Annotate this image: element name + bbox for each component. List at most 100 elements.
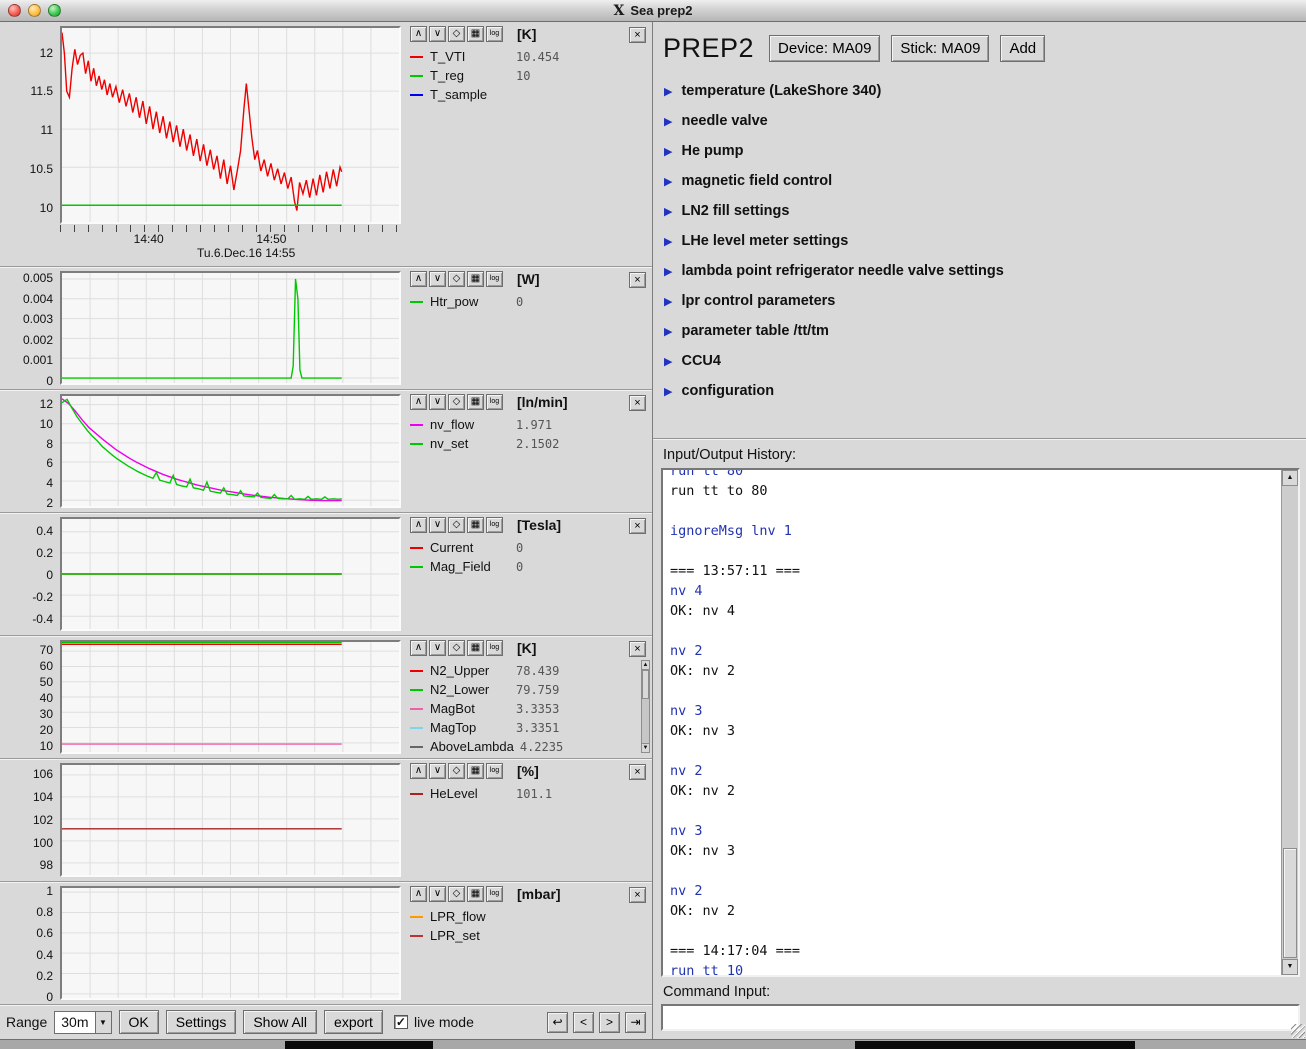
- tree-item-8[interactable]: ▶parameter table /tt/tm: [664, 316, 1306, 346]
- zoom-mode-button[interactable]: ▦: [467, 394, 484, 410]
- scrollbar-track[interactable]: [642, 670, 649, 743]
- scroll-down-icon[interactable]: ▼: [642, 743, 649, 752]
- scale-down-button[interactable]: ∨: [429, 640, 446, 656]
- close-chart-button[interactable]: ×: [629, 887, 646, 903]
- autoscale-button[interactable]: ◇: [448, 271, 465, 287]
- legend-series-row[interactable]: LPR_flow: [410, 907, 648, 926]
- export-button[interactable]: export: [324, 1010, 383, 1034]
- log-scale-button[interactable]: log: [486, 26, 503, 42]
- scale-down-button[interactable]: ∨: [429, 517, 446, 533]
- stick-button[interactable]: Stick: MA09: [891, 35, 989, 62]
- legend-series-row[interactable]: T_reg10: [410, 66, 648, 85]
- zoom-mode-button[interactable]: ▦: [467, 26, 484, 42]
- io-history-box[interactable]: run tt 80run tt to 80 ignoreMsg lnv 1 ==…: [661, 468, 1300, 977]
- log-scale-button[interactable]: log: [486, 886, 503, 902]
- plot-area[interactable]: [60, 640, 401, 754]
- zoom-mode-button[interactable]: ▦: [467, 640, 484, 656]
- tree-item-6[interactable]: ▶lambda point refrigerator needle valve …: [664, 256, 1306, 286]
- tree-item-0[interactable]: ▶temperature (LakeShore 340): [664, 76, 1306, 106]
- scroll-up-icon[interactable]: ▲: [1282, 470, 1298, 486]
- scale-down-button[interactable]: ∨: [429, 271, 446, 287]
- zoom-mode-button[interactable]: ▦: [467, 271, 484, 287]
- legend-series-row[interactable]: T_VTI10.454: [410, 47, 648, 66]
- zoom-mode-button[interactable]: ▦: [467, 763, 484, 779]
- scale-up-button[interactable]: ∧: [410, 271, 427, 287]
- plot-area[interactable]: [60, 26, 401, 224]
- close-chart-button[interactable]: ×: [629, 518, 646, 534]
- legend-series-row[interactable]: MagTop3.3351: [410, 718, 648, 737]
- tree-item-4[interactable]: ▶LN2 fill settings: [664, 196, 1306, 226]
- range-select[interactable]: 30m ▼: [54, 1011, 111, 1034]
- legend-series-row[interactable]: N2_Lower79.759: [410, 680, 648, 699]
- device-button[interactable]: Device: MA09: [769, 35, 880, 62]
- autoscale-button[interactable]: ◇: [448, 517, 465, 533]
- scroll-up-icon[interactable]: ▲: [642, 661, 649, 670]
- scale-up-button[interactable]: ∧: [410, 886, 427, 902]
- page-right-button[interactable]: >: [599, 1012, 620, 1033]
- close-chart-button[interactable]: ×: [629, 641, 646, 657]
- scale-up-button[interactable]: ∧: [410, 394, 427, 410]
- zoom-window-button[interactable]: [48, 4, 61, 17]
- legend-series-row[interactable]: HeLevel101.1: [410, 784, 648, 803]
- zoom-mode-button[interactable]: ▦: [467, 517, 484, 533]
- legend-series-row[interactable]: MagBot3.3353: [410, 699, 648, 718]
- plot-area[interactable]: [60, 763, 401, 877]
- live-mode-checkbox[interactable]: ✓: [394, 1015, 408, 1029]
- minimize-window-button[interactable]: [28, 4, 41, 17]
- zoom-mode-button[interactable]: ▦: [467, 886, 484, 902]
- scale-up-button[interactable]: ∧: [410, 763, 427, 779]
- scale-up-button[interactable]: ∧: [410, 26, 427, 42]
- scale-down-button[interactable]: ∨: [429, 763, 446, 779]
- command-input[interactable]: [661, 1004, 1300, 1031]
- io-history-content[interactable]: run tt 80run tt to 80 ignoreMsg lnv 1 ==…: [663, 470, 1281, 975]
- tree-item-1[interactable]: ▶needle valve: [664, 106, 1306, 136]
- autoscale-button[interactable]: ◇: [448, 886, 465, 902]
- tree-item-7[interactable]: ▶lpr control parameters: [664, 286, 1306, 316]
- legend-series-row[interactable]: Current0: [410, 538, 648, 557]
- scale-up-button[interactable]: ∧: [410, 640, 427, 656]
- tree-item-2[interactable]: ▶He pump: [664, 136, 1306, 166]
- close-chart-button[interactable]: ×: [629, 27, 646, 43]
- legend-scrollbar[interactable]: ▲▼: [641, 660, 650, 753]
- add-button[interactable]: Add: [1000, 35, 1045, 62]
- settings-button[interactable]: Settings: [166, 1010, 237, 1034]
- log-scale-button[interactable]: log: [486, 271, 503, 287]
- legend-series-row[interactable]: AboveLambda4.2235: [410, 737, 648, 756]
- legend-series-row[interactable]: LPR_set: [410, 926, 648, 945]
- scroll-down-icon[interactable]: ▼: [1282, 959, 1298, 975]
- log-scale-button[interactable]: log: [486, 517, 503, 533]
- resize-grip[interactable]: [1291, 1024, 1305, 1038]
- legend-series-row[interactable]: Htr_pow0: [410, 292, 648, 311]
- scale-down-button[interactable]: ∨: [429, 394, 446, 410]
- scrollbar-thumb[interactable]: [1283, 848, 1297, 958]
- page-left-button[interactable]: <: [573, 1012, 594, 1033]
- history-scrollbar[interactable]: ▲ ▼: [1281, 470, 1298, 975]
- legend-series-row[interactable]: N2_Upper78.439: [410, 661, 648, 680]
- scale-down-button[interactable]: ∨: [429, 26, 446, 42]
- close-window-button[interactable]: [8, 4, 21, 17]
- ok-button[interactable]: OK: [119, 1010, 159, 1034]
- close-chart-button[interactable]: ×: [629, 272, 646, 288]
- tree-item-9[interactable]: ▶CCU4: [664, 346, 1306, 376]
- legend-series-row[interactable]: nv_set2.1502: [410, 434, 648, 453]
- log-scale-button[interactable]: log: [486, 394, 503, 410]
- autoscale-button[interactable]: ◇: [448, 763, 465, 779]
- autoscale-button[interactable]: ◇: [448, 26, 465, 42]
- go-latest-button[interactable]: ⇥: [625, 1012, 646, 1033]
- tree-item-3[interactable]: ▶magnetic field control: [664, 166, 1306, 196]
- scrollbar-thumb[interactable]: [642, 670, 649, 699]
- return-button[interactable]: ↩: [547, 1012, 568, 1033]
- plot-area[interactable]: [60, 517, 401, 631]
- legend-series-row[interactable]: nv_flow1.971: [410, 415, 648, 434]
- close-chart-button[interactable]: ×: [629, 395, 646, 411]
- show-all-button[interactable]: Show All: [243, 1010, 317, 1034]
- autoscale-button[interactable]: ◇: [448, 394, 465, 410]
- close-chart-button[interactable]: ×: [629, 764, 646, 780]
- autoscale-button[interactable]: ◇: [448, 640, 465, 656]
- tree-item-10[interactable]: ▶configuration: [664, 376, 1306, 406]
- legend-series-row[interactable]: Mag_Field0: [410, 557, 648, 576]
- plot-area[interactable]: [60, 271, 401, 385]
- scale-up-button[interactable]: ∧: [410, 517, 427, 533]
- tree-item-5[interactable]: ▶LHe level meter settings: [664, 226, 1306, 256]
- log-scale-button[interactable]: log: [486, 640, 503, 656]
